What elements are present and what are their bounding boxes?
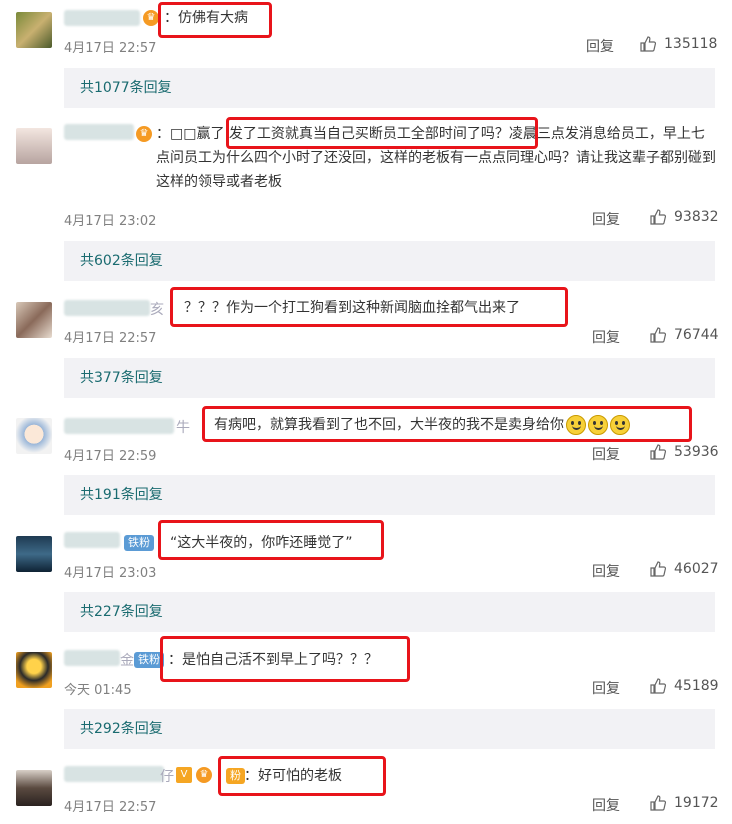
like-count: 53936: [674, 444, 719, 460]
more-replies-link[interactable]: 共227条回复: [64, 592, 715, 632]
more-replies-link[interactable]: 共292条回复: [64, 709, 715, 749]
comment-text: ：好可怕的老板: [244, 768, 342, 784]
username-blurred[interactable]: [64, 418, 174, 434]
avatar[interactable]: [16, 302, 52, 338]
avatar[interactable]: [16, 770, 52, 806]
comment-text: “这大半夜的，你咋还睡觉了”: [170, 535, 353, 551]
v-badge-icon: V: [176, 767, 192, 783]
like-count: 45189: [674, 678, 719, 694]
avatar[interactable]: [16, 12, 52, 48]
username-blurred[interactable]: [64, 766, 164, 782]
comment-text: ：仿佛有大病: [164, 10, 248, 26]
username-tail[interactable]: 仔: [160, 766, 174, 786]
fan-badge: 粉: [226, 768, 245, 784]
username-tail[interactable]: 亥: [150, 299, 164, 319]
more-replies-link[interactable]: 共602条回复: [64, 241, 715, 281]
username-blurred[interactable]: [64, 124, 134, 140]
username-blurred[interactable]: [64, 532, 120, 548]
thumb-up-icon: [650, 327, 666, 343]
like-count: 135118: [664, 36, 718, 52]
comment-time: 4月17日 22:57: [64, 800, 157, 815]
comment-time: 4月17日 23:03: [64, 566, 157, 581]
reply-button[interactable]: 回复: [592, 561, 620, 581]
comment-text: ：□□赢了 发了工资就真当自己买断员工全部时间了吗？凌晨三点发消息给员工，早上七…: [156, 122, 716, 194]
more-replies-link[interactable]: 共1077条回复: [64, 68, 715, 108]
reply-button[interactable]: 回复: [592, 327, 620, 347]
comment-time: 4月17日 22:57: [64, 41, 157, 56]
like-button[interactable]: 45189: [650, 678, 719, 694]
comment-highlight-text: 发了工资就真当自己买断员工全部时间了吗？: [228, 126, 509, 142]
comment-text: ？？？作为一个打工狗看到这种新闻脑血拴都气出来了: [184, 300, 520, 316]
username-blurred[interactable]: [64, 300, 150, 316]
more-replies-link[interactable]: 共377条回复: [64, 358, 715, 398]
username-blurred[interactable]: [64, 650, 120, 666]
comment-text: ：是怕自己活不到早上了吗？？？: [168, 652, 378, 668]
thumb-up-icon: [640, 36, 656, 52]
reply-button[interactable]: 回复: [592, 795, 620, 815]
fan-badge: 铁粉: [134, 652, 164, 668]
username-blurred[interactable]: [64, 10, 140, 26]
like-button[interactable]: 93832: [650, 209, 719, 225]
reply-button[interactable]: 回复: [592, 209, 620, 229]
comment-time: 4月17日 23:02: [64, 214, 157, 229]
avatar[interactable]: [16, 536, 52, 572]
comment-text: 有病吧，就算我看到了也不回，大半夜的我不是卖身给你: [214, 413, 684, 437]
like-button[interactable]: 135118: [640, 36, 717, 52]
smile-emoji-icon: [588, 415, 608, 435]
comment-time: 4月17日 22:59: [64, 449, 157, 464]
thumb-up-icon: [650, 209, 666, 225]
like-count: 46027: [674, 561, 719, 577]
like-count: 76744: [674, 327, 719, 343]
username-tail[interactable]: 牛: [176, 417, 190, 437]
fan-badge: 铁粉: [124, 535, 154, 551]
avatar[interactable]: [16, 128, 52, 164]
thumb-up-icon: [650, 561, 666, 577]
comment-time: 4月17日 22:57: [64, 331, 157, 346]
more-replies-link[interactable]: 共191条回复: [64, 475, 715, 515]
reply-button[interactable]: 回复: [592, 678, 620, 698]
thumb-up-icon: [650, 795, 666, 811]
crown-icon: ♛: [136, 126, 152, 142]
comment-time: 今天 01:45: [64, 683, 132, 698]
like-button[interactable]: 76744: [650, 327, 719, 343]
comment-prefix: ：□□赢了: [156, 126, 229, 142]
thumb-up-icon: [650, 678, 666, 694]
avatar[interactable]: [16, 652, 52, 688]
crown-icon: ♛: [143, 10, 159, 26]
crown-icon: ♛: [196, 767, 212, 783]
reply-button[interactable]: 回复: [592, 444, 620, 464]
avatar[interactable]: [16, 418, 52, 454]
smile-emoji-icon: [566, 415, 586, 435]
thumb-up-icon: [650, 444, 666, 460]
username-tail[interactable]: 金: [120, 650, 134, 670]
smile-emoji-icon: [610, 415, 630, 435]
like-button[interactable]: 53936: [650, 444, 719, 460]
like-button[interactable]: 19172: [650, 795, 719, 811]
like-count: 19172: [674, 795, 719, 811]
reply-button[interactable]: 回复: [586, 36, 614, 56]
like-button[interactable]: 46027: [650, 561, 719, 577]
like-count: 93832: [674, 209, 719, 225]
comment-text-body: 有病吧，就算我看到了也不回，大半夜的我不是卖身给你: [214, 417, 564, 433]
